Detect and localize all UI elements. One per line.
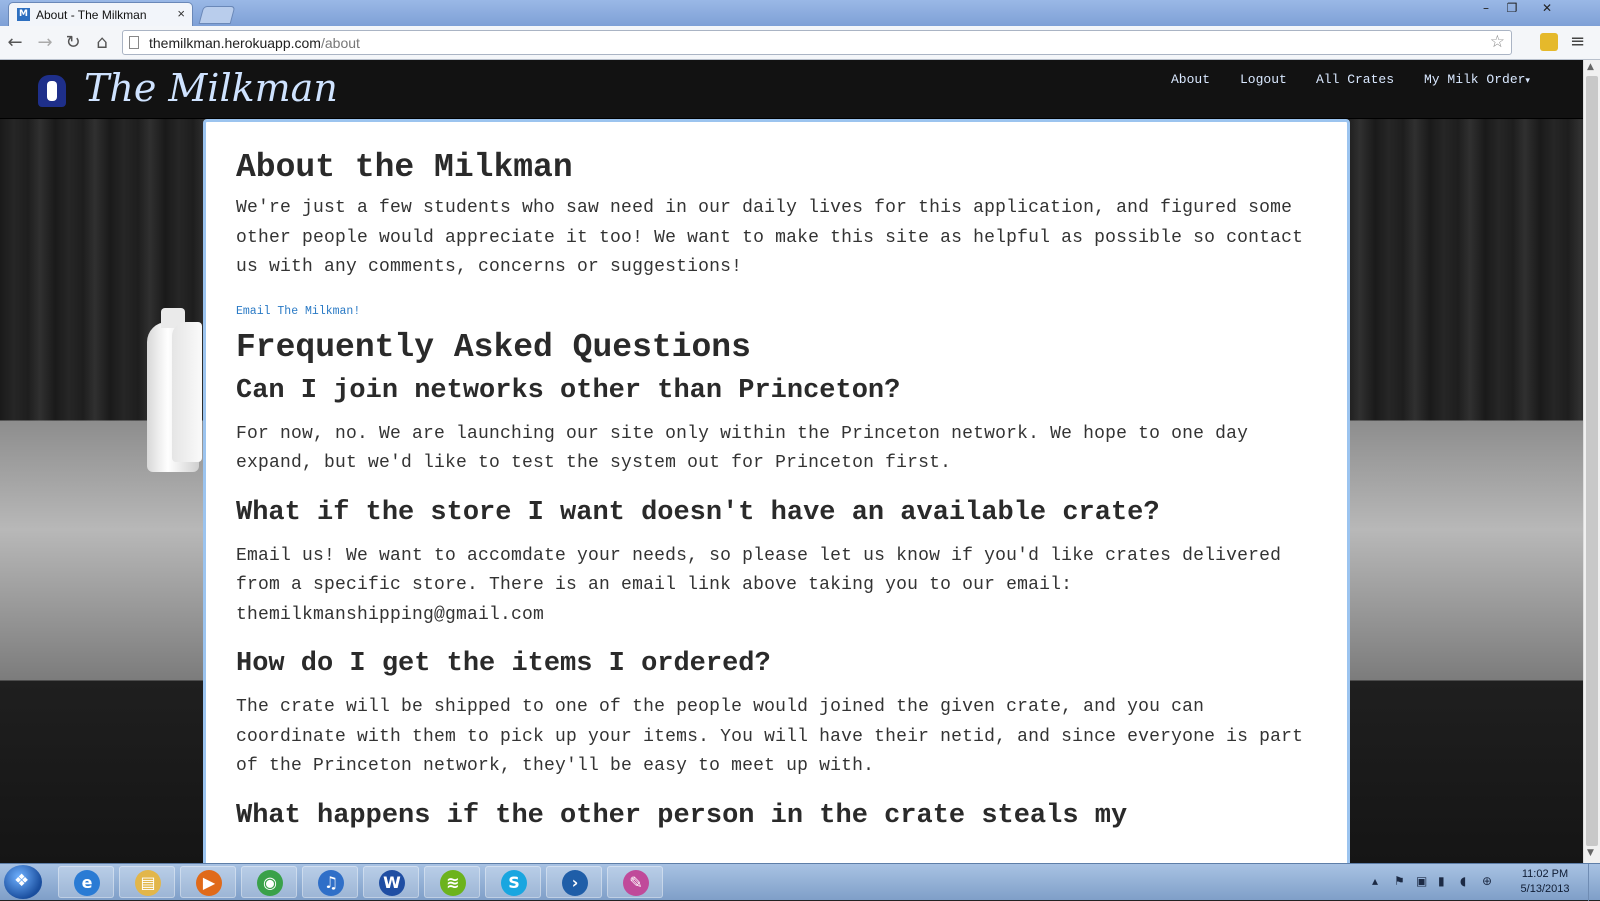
start-button[interactable]: ❖	[4, 865, 42, 899]
url-text: themilkman.herokuapp.com/about	[149, 35, 360, 51]
site-navbar: The Milkman About Logout All Crates My M…	[0, 60, 1583, 119]
site-brand[interactable]: The Milkman	[84, 66, 338, 110]
page-icon	[129, 36, 139, 49]
taskbar-spotify-button[interactable]: ≋	[424, 866, 480, 898]
action-center-flag-icon[interactable]: ⚑	[1394, 874, 1405, 888]
reload-icon[interactable]: ↻	[62, 32, 84, 54]
browser-menu-icon[interactable]: ≡	[1570, 31, 1585, 52]
internet-explorer-icon: e	[74, 870, 100, 896]
device-icon[interactable]: ▣	[1416, 874, 1427, 888]
windows-taskbar: ❖ e ▤ ▶ ◉ ♫ W ≋ S › ✎ ▴ ⚑ ▣ ▮ ◖ ⊕ 11:02 PM 5/13/2013	[0, 863, 1600, 901]
nav-my-milk-order-label: My Milk Order	[1424, 72, 1526, 87]
forward-icon[interactable]: →	[34, 32, 56, 54]
extension-icon[interactable]	[1540, 33, 1558, 51]
back-icon[interactable]: ←	[4, 32, 26, 54]
window-close-button[interactable]: ✕	[1527, 0, 1567, 18]
tab-title: About - The Milkman	[36, 8, 147, 22]
taskbar-clock[interactable]: 11:02 PM 5/13/2013	[1510, 867, 1580, 897]
bookmark-star-icon[interactable]: ☆	[1490, 32, 1505, 52]
faq-question: What if the store I want doesn't have an…	[236, 497, 1160, 528]
word-icon: W	[379, 870, 405, 896]
powershell-icon: ›	[562, 870, 588, 896]
milkman-favicon-icon: M	[17, 8, 30, 21]
faq-answer: For now, no. We are launching our site o…	[236, 423, 1249, 474]
windows-logo-icon: ❖	[14, 871, 30, 891]
email-link[interactable]: Email The Milkman!	[236, 305, 1317, 318]
browser-tab-strip: M About - The Milkman × – ❐ ✕	[0, 0, 1600, 26]
media-player-icon: ▶	[196, 870, 222, 896]
spotify-icon: ≋	[440, 870, 466, 896]
address-bar[interactable]: themilkman.herokuapp.com/about ☆	[122, 30, 1512, 55]
chevron-down-icon: ▾	[1525, 76, 1530, 86]
taskbar-powershell-button[interactable]: ›	[546, 866, 602, 898]
nav-logout[interactable]: Logout	[1240, 72, 1287, 87]
taskbar-media-player-button[interactable]: ▶	[180, 866, 236, 898]
chrome-icon: ◉	[257, 870, 283, 896]
new-tab-button[interactable]	[198, 6, 236, 24]
tab-close-icon[interactable]: ×	[177, 6, 185, 21]
taskbar-paint-button[interactable]: ✎	[607, 866, 663, 898]
browser-toolbar: ← → ↻ ⌂ themilkman.herokuapp.com/about ☆…	[0, 26, 1600, 60]
url-path: /about	[320, 35, 360, 51]
network-icon[interactable]: ⊕	[1482, 874, 1492, 888]
nav-my-milk-order[interactable]: My Milk Order▾	[1424, 72, 1530, 87]
milk-bottle-logo-icon[interactable]	[38, 75, 66, 107]
page-scrollbar[interactable]: ▲ ▼	[1583, 60, 1600, 863]
faq-answer: Email us! We want to accomdate your need…	[236, 545, 1282, 625]
nav-about[interactable]: About	[1171, 72, 1210, 87]
taskbar-windows-explorer-button[interactable]: ▤	[119, 866, 175, 898]
maximize-button[interactable]: ❐	[1499, 0, 1525, 18]
about-intro: We're just a few students who saw need i…	[236, 198, 1304, 277]
taskbar-chrome-button[interactable]: ◉	[241, 866, 297, 898]
minimize-button[interactable]: –	[1473, 0, 1499, 18]
windows-explorer-icon: ▤	[135, 870, 161, 896]
taskbar-skype-button[interactable]: S	[485, 866, 541, 898]
itunes-icon: ♫	[318, 870, 344, 896]
home-icon[interactable]: ⌂	[91, 32, 113, 54]
show-hidden-icons-icon[interactable]: ▴	[1372, 874, 1378, 888]
faq-question: How do I get the items I ordered?	[236, 649, 771, 679]
scroll-down-icon[interactable]: ▼	[1587, 848, 1594, 858]
taskbar-word-button[interactable]: W	[363, 866, 419, 898]
scrollbar-thumb[interactable]	[1586, 76, 1598, 846]
page-viewport: The Milkman About Logout All Crates My M…	[0, 60, 1583, 863]
faq-question: What happens if the other person in the …	[236, 800, 1128, 831]
scroll-up-icon[interactable]: ▲	[1587, 62, 1594, 72]
nav-all-crates[interactable]: All Crates	[1316, 72, 1394, 87]
about-content-panel: About the Milkman We're just a few stude…	[203, 119, 1350, 863]
url-host: themilkman.herokuapp.com	[149, 35, 321, 51]
milk-bottle-image	[172, 322, 202, 462]
skype-icon: S	[501, 870, 527, 896]
faq-title: Frequently Asked Questions	[236, 328, 751, 366]
clock-date: 5/13/2013	[1520, 883, 1570, 895]
taskbar-itunes-button[interactable]: ♫	[302, 866, 358, 898]
taskbar-internet-explorer-button[interactable]: e	[58, 866, 114, 898]
faq-answer: The crate will be shipped to one of the …	[236, 697, 1304, 776]
show-desktop-button[interactable]	[1588, 864, 1600, 901]
page-title: About the Milkman	[236, 149, 573, 186]
paint-icon: ✎	[623, 870, 649, 896]
faq-question: Can I join networks other than Princeton…	[236, 375, 901, 406]
volume-icon[interactable]: ◖	[1460, 874, 1466, 888]
browser-tab[interactable]: M About - The Milkman ×	[8, 2, 193, 26]
signal-icon[interactable]: ▮	[1438, 874, 1445, 888]
clock-time: 11:02 PM	[1521, 868, 1569, 880]
